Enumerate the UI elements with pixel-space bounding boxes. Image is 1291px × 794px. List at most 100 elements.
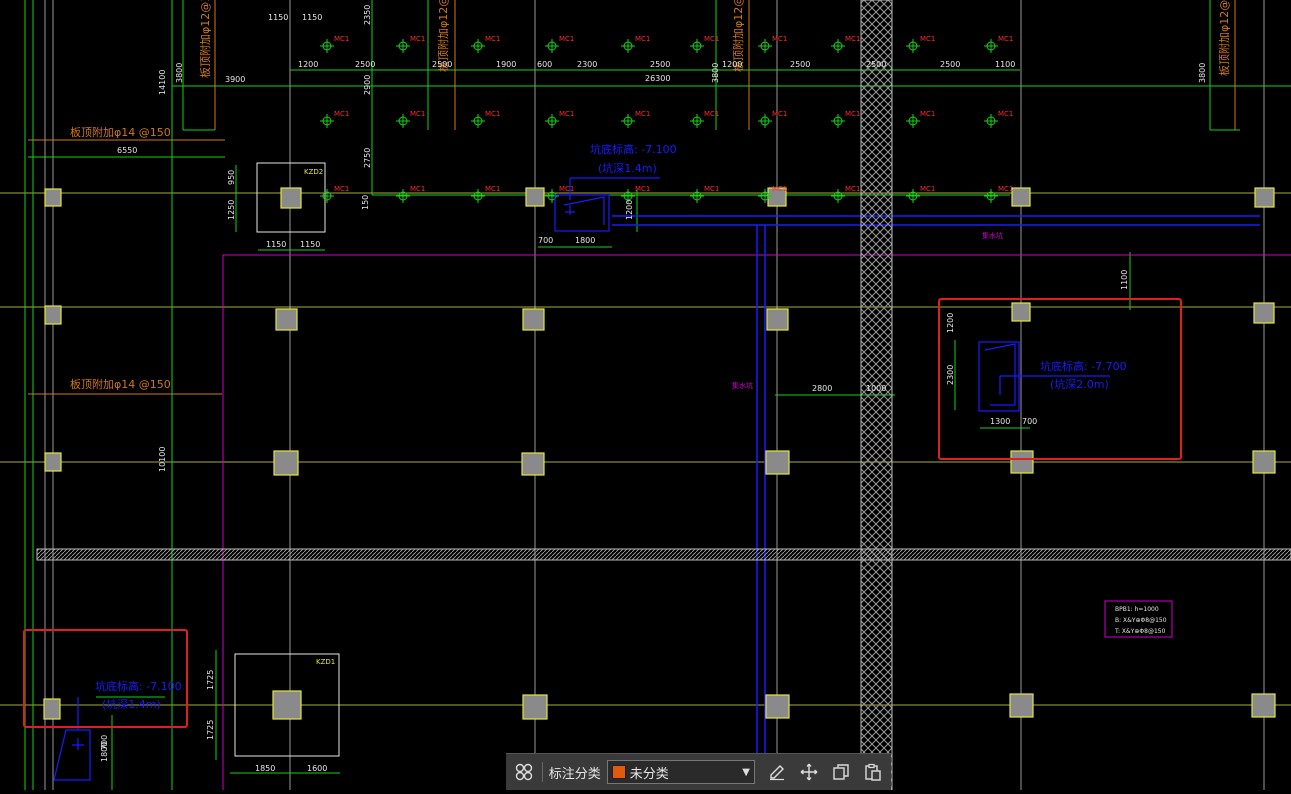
dim-10100: 10100 xyxy=(158,447,167,472)
rebar-left-1: 板顶附加φ14 @150 xyxy=(70,125,171,139)
dim-1800-a: 1800 xyxy=(575,236,595,245)
dim-3900: 3900 xyxy=(225,75,245,84)
mc1-label: MC1 xyxy=(334,185,349,193)
dim-1200-b: 1200 xyxy=(722,60,742,69)
dim-2500-e: 2500 xyxy=(866,60,886,69)
mc1-label: MC1 xyxy=(772,110,787,118)
paste-icon[interactable] xyxy=(861,760,885,784)
mc1-label: MC1 xyxy=(998,185,1013,193)
dim-1000: 1000 xyxy=(866,384,886,393)
rebar-left-2: 板顶附加φ14 @150 xyxy=(70,377,171,391)
legend-box: BPB1: h=1000 B: X&Y⊕Φ8@150 T: X&Y⊕Φ8@150 xyxy=(1114,606,1167,635)
pit-top-elev: 坑底标高: -7.100 xyxy=(590,142,677,156)
mc1-label: MC1 xyxy=(704,110,719,118)
dim-3800-b: 3800 xyxy=(711,63,720,83)
pile-cap-label-top: KZD2 xyxy=(304,168,323,176)
dim-1150-d: 1150 xyxy=(300,240,320,249)
dimension-texts: 1150 1150 2350 2900 2750 150 3800 3800 3… xyxy=(100,5,1207,773)
dim-2800: 2800 xyxy=(812,384,832,393)
mc1-label: MC1 xyxy=(920,110,935,118)
mc1-label: MC1 xyxy=(635,185,650,193)
toolbar-actions xyxy=(765,760,885,784)
zone-label-2: 集水坑 xyxy=(732,381,753,390)
pit-right xyxy=(978,341,1110,412)
dim-2900: 2900 xyxy=(363,75,372,95)
dim-3800-c: 3800 xyxy=(1198,63,1207,83)
mc1-label: MC1 xyxy=(635,110,650,118)
dim-1150-a: 1150 xyxy=(268,13,288,22)
mc1-label: MC1 xyxy=(410,185,425,193)
pit-left-elev: 坑底标高: -7.100 xyxy=(95,679,182,693)
dim-1250: 1250 xyxy=(227,200,236,220)
pile-cap-label-bottom: KZD1 xyxy=(316,658,335,666)
mc1-label: MC1 xyxy=(845,35,860,43)
dim-2500-b: 2500 xyxy=(432,60,452,69)
dim-2750: 2750 xyxy=(363,148,372,168)
rebar-top-1: 板顶附加φ12@150 xyxy=(198,0,212,78)
dim-1100: 1100 xyxy=(995,60,1015,69)
mc1-label: MC1 xyxy=(334,110,349,118)
cad-drawing: KZD2 KZD1 MC1 MC1 MC1 MC1 MC1 MC1 MC1 MC1 MC1 MC1… xyxy=(0,0,1291,791)
dim-1150-b: 1150 xyxy=(302,13,322,22)
mc1-label: MC1 xyxy=(410,35,425,43)
dim-14100: 14100 xyxy=(158,70,167,95)
zone-label-1: 集水坑 xyxy=(982,231,1003,240)
hatch-band-vertical xyxy=(860,0,893,791)
dim-2500-a: 2500 xyxy=(355,60,375,69)
pit-top-depth: (坑深1.4m) xyxy=(598,161,657,175)
dim-1200-c: 1200 xyxy=(625,200,634,220)
mc1-label: MC1 xyxy=(485,185,500,193)
dim-3800-a: 3800 xyxy=(175,63,184,83)
dim-26300: 26300 xyxy=(645,74,670,83)
legend-line-1: BPB1: h=1000 xyxy=(1115,606,1159,613)
dim-1725-a: 1725 xyxy=(206,670,215,690)
category-dropdown[interactable]: 未分类 ▼ xyxy=(606,760,755,784)
mc1-label: MC1 xyxy=(485,35,500,43)
move-icon[interactable] xyxy=(797,760,821,784)
category-color-swatch xyxy=(611,765,626,779)
blue-pipes xyxy=(612,215,1260,790)
mc1-label: MC1 xyxy=(920,35,935,43)
chevron-down-icon: ▼ xyxy=(742,766,750,778)
grid-icon[interactable] xyxy=(512,760,536,784)
highlight-boxes xyxy=(23,298,1182,728)
rebar-top-4: 板顶附加φ12@150 xyxy=(1217,0,1231,76)
mc1-label: MC1 xyxy=(485,110,500,118)
legend-line-2: B: X&Y⊕Φ8@150 xyxy=(1115,617,1167,624)
toolbar-separator xyxy=(541,762,543,782)
copy-icon[interactable] xyxy=(829,760,853,784)
dim-1900: 1900 xyxy=(496,60,516,69)
dim-1100-b: 1100 xyxy=(1120,270,1129,290)
grid-lines xyxy=(0,192,1291,706)
dim-2300: 2300 xyxy=(577,60,597,69)
dim-1300: 1300 xyxy=(990,417,1010,426)
dim-2500-d: 2500 xyxy=(790,60,810,69)
category-value: 未分类 xyxy=(629,766,669,782)
mc1-label: MC1 xyxy=(704,185,719,193)
columns xyxy=(43,187,1276,720)
dim-2500-f: 2500 xyxy=(940,60,960,69)
mc1-label: MC1 xyxy=(635,35,650,43)
mc1-label: MC1 xyxy=(845,185,860,193)
mc1-label: MC1 xyxy=(559,35,574,43)
mc1-label: MC1 xyxy=(998,35,1013,43)
mc1-label: MC1 xyxy=(845,110,860,118)
mc1-label: MC1 xyxy=(998,110,1013,118)
pit-right-elev: 坑底标高: -7.700 xyxy=(1040,359,1127,373)
dim-150: 150 xyxy=(361,195,370,210)
category-label: 标注分类 xyxy=(548,766,601,782)
mc1-label: MC1 xyxy=(772,35,787,43)
dim-600: 600 xyxy=(537,60,552,69)
mc1-label: MC1 xyxy=(772,185,787,193)
dim-1600: 1600 xyxy=(307,764,327,773)
dim-700-b: 700 xyxy=(1022,417,1037,426)
axis-lines-vertical xyxy=(44,0,1265,790)
mc1-label: MC1 xyxy=(704,35,719,43)
pit-left-depth: (坑深1.4m) xyxy=(102,697,161,711)
dim-1150-c: 1150 xyxy=(266,240,286,249)
dim-1850: 1850 xyxy=(255,764,275,773)
dim-700-a: 700 xyxy=(538,236,553,245)
cad-drawing-canvas[interactable]: KZD2 KZD1 MC1 MC1 MC1 MC1 MC1 MC1 MC1 MC1 MC1 MC1… xyxy=(0,0,1291,791)
edit-icon[interactable] xyxy=(765,760,789,784)
dim-1200-d: 1200 xyxy=(946,313,955,333)
